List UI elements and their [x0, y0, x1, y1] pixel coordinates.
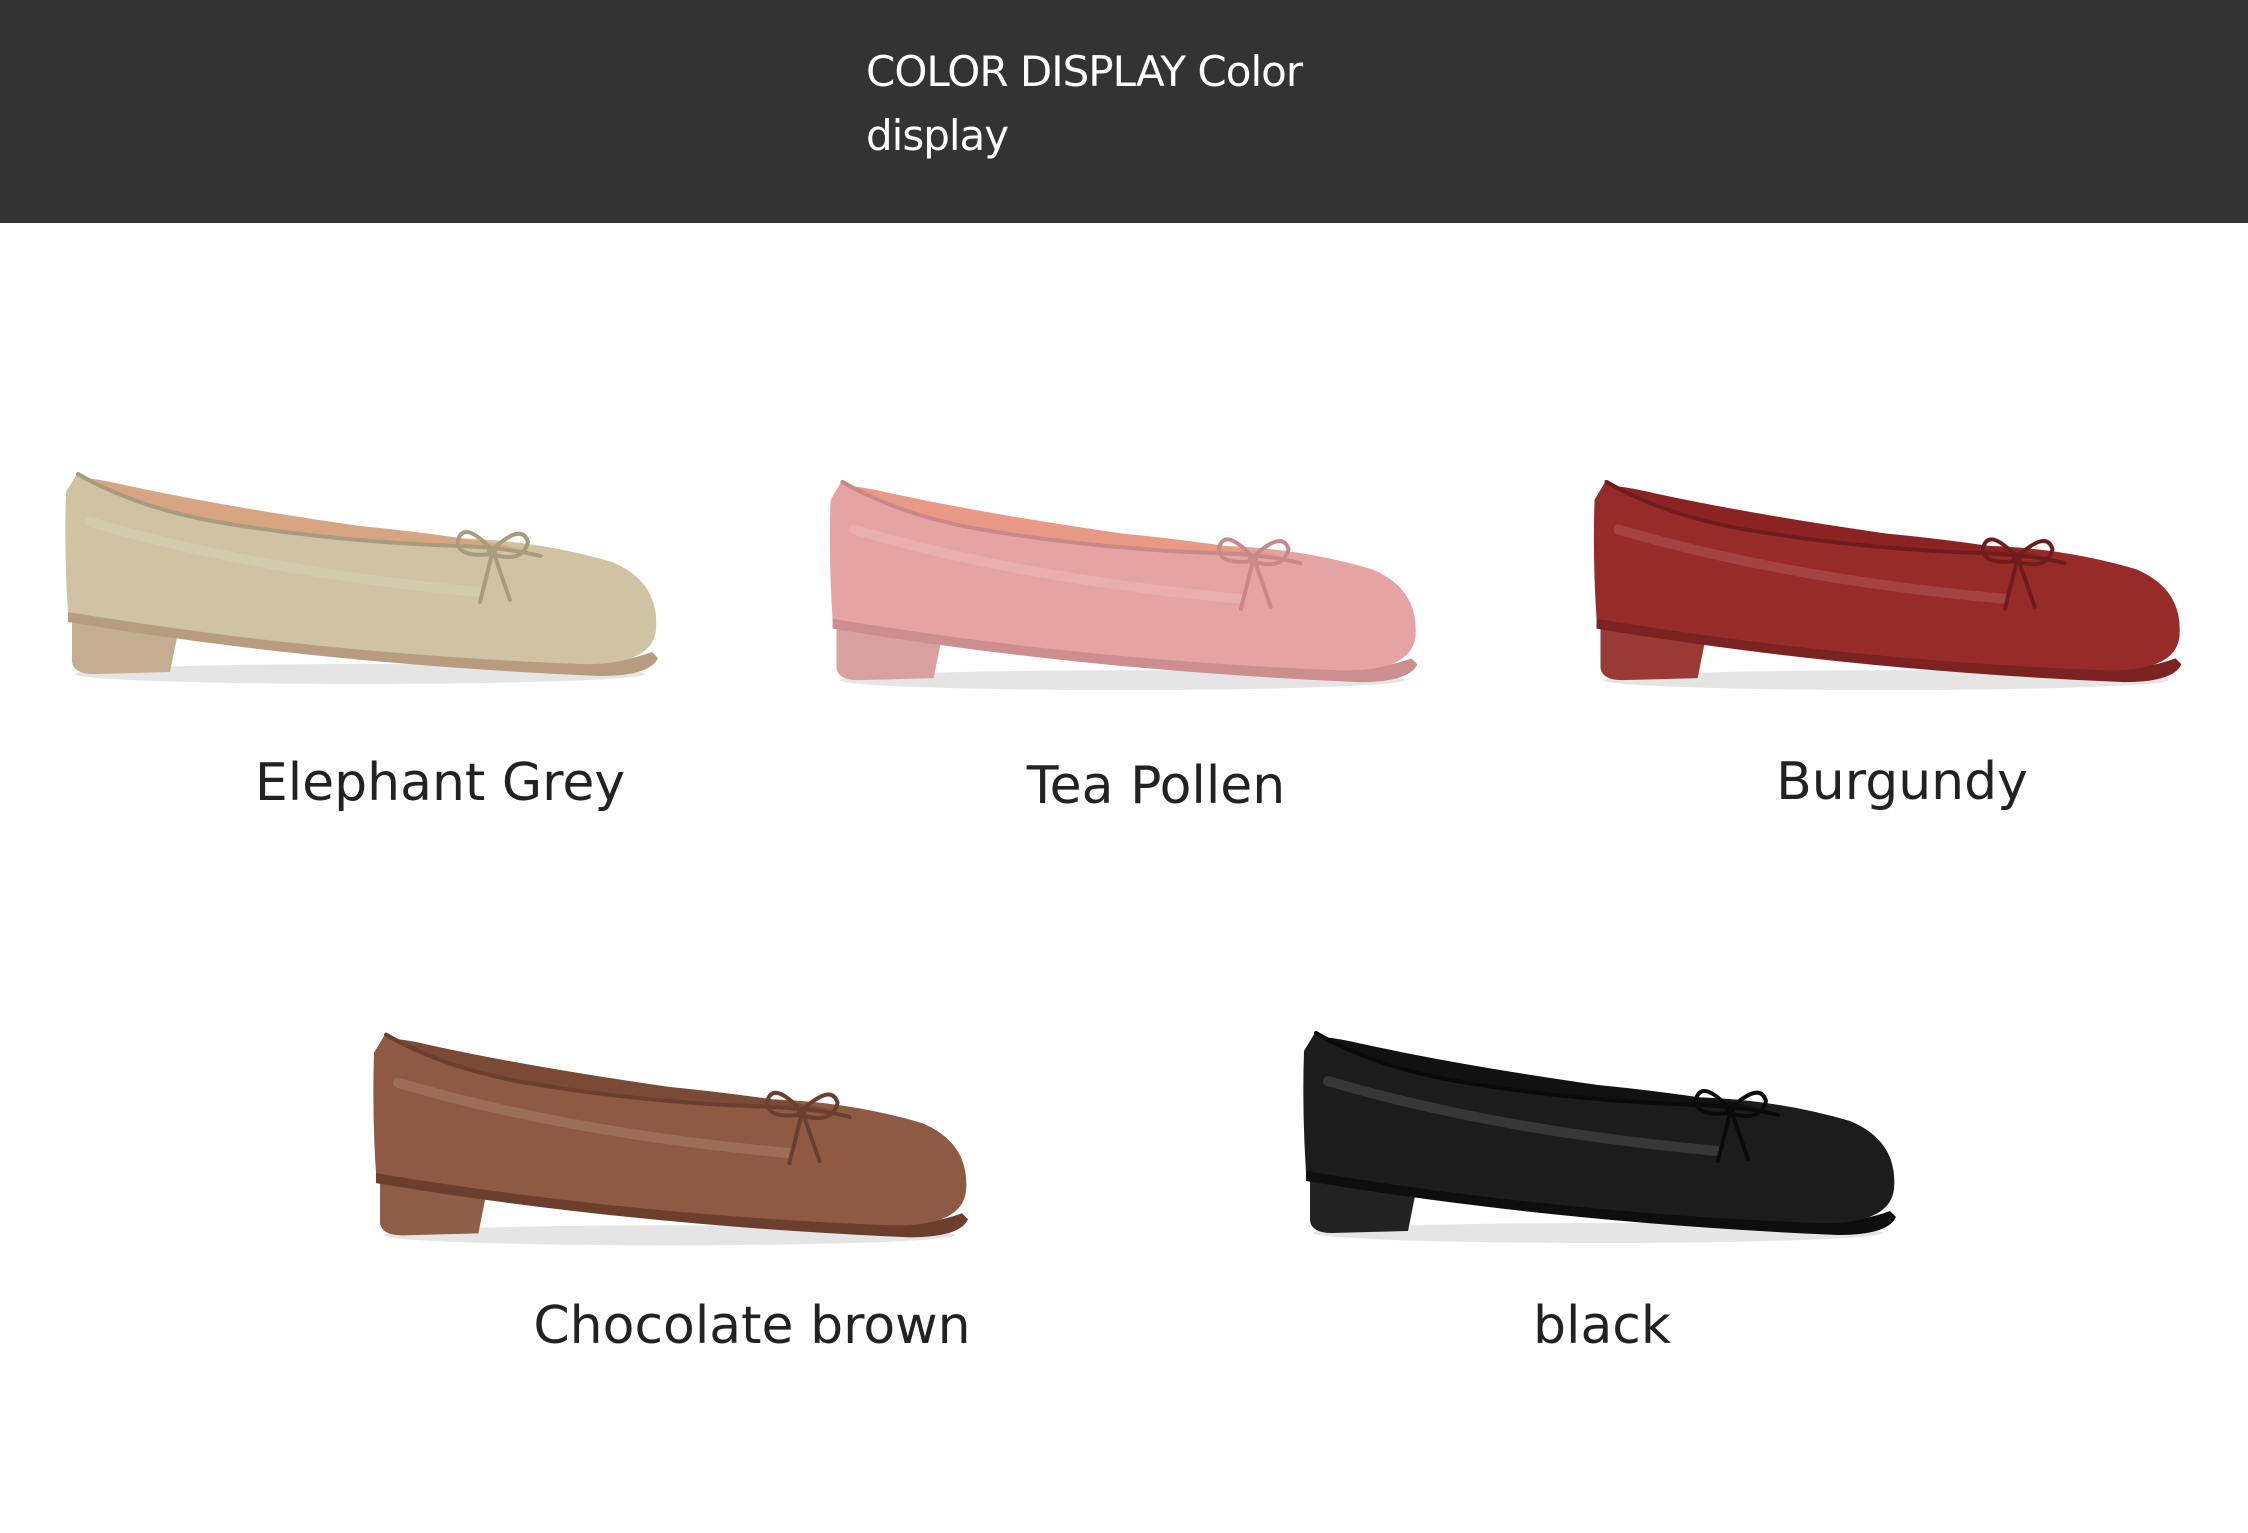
bow-knot: [1247, 554, 1258, 565]
shoe-image-black: [1303, 1031, 1896, 1243]
bow-knot: [1725, 1106, 1735, 1116]
bow-knot: [2011, 554, 2022, 565]
section-title: COLOR DISPLAY Color display: [866, 40, 1386, 168]
color-label-elephant-grey: Elephant Grey: [254, 753, 626, 813]
shoe-image-chocolate-brown: [373, 1032, 968, 1246]
color-swatch-chocolate-brown[interactable]: [368, 1022, 970, 1254]
section-title-line-1: COLOR DISPLAY Color: [866, 47, 1303, 96]
color-swatch-burgundy[interactable]: [1586, 470, 2186, 698]
shoe-image-burgundy: [1593, 479, 2182, 691]
color-label-tea-pollen: Tea Pollen: [1026, 756, 1286, 816]
color-label-black: black: [1532, 1296, 1672, 1356]
bow-knot: [796, 1107, 807, 1118]
color-swatch-elephant-grey[interactable]: [58, 462, 662, 692]
header-bar: COLOR DISPLAY Color display: [0, 0, 2248, 223]
section-title-line-2: display: [866, 111, 1009, 160]
color-swatch-tea-pollen[interactable]: [822, 470, 1422, 698]
shoe-image-tea-pollen: [829, 479, 1418, 691]
bow-knot: [487, 547, 497, 557]
color-label-burgundy: Burgundy: [1776, 752, 2028, 812]
color-label-chocolate-brown: Chocolate brown: [533, 1296, 971, 1356]
shoe-image-elephant-grey: [65, 472, 658, 684]
color-swatch-black[interactable]: [1298, 1020, 1898, 1252]
